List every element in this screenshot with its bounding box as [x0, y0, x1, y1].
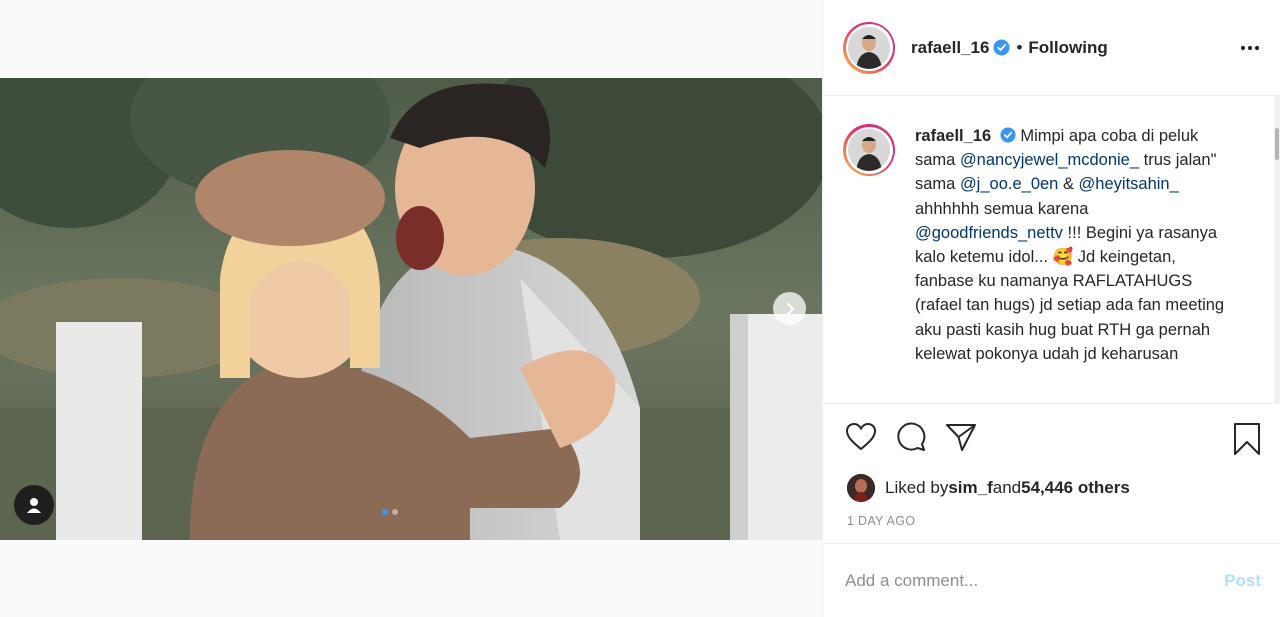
post-header: rafaell_16 • Following	[823, 0, 1280, 96]
author-avatar[interactable]	[843, 21, 895, 74]
author-username[interactable]: rafaell_16	[911, 38, 989, 58]
author-avatar-image	[848, 26, 890, 69]
carousel-dot-active	[382, 509, 388, 515]
likes-count[interactable]: 54,446 others	[1021, 478, 1130, 498]
caption-scrollbar[interactable]	[1274, 96, 1280, 403]
likes-summary[interactable]: Liked by sim_f and 54,446 others	[847, 474, 1130, 502]
bookmark-icon[interactable]	[1232, 422, 1262, 456]
caption-text: rafaell_16 Mimpi apa coba di peluk sama …	[915, 127, 1225, 363]
tagged-users-button[interactable]	[14, 485, 54, 525]
header-separator: •	[1016, 37, 1023, 57]
liker-avatar[interactable]	[847, 474, 875, 502]
comment-icon[interactable]	[895, 422, 927, 452]
scrollbar-thumb[interactable]	[1275, 128, 1279, 160]
carousel-dot	[392, 509, 398, 515]
mention-link[interactable]: @j_oo.e_0en	[960, 175, 1058, 193]
more-horizontal-icon	[1240, 45, 1260, 51]
caption-avatar[interactable]	[843, 124, 895, 176]
comment-input[interactable]	[845, 570, 1225, 591]
caption-username[interactable]: rafaell_16	[915, 127, 991, 145]
post-photo[interactable]	[0, 78, 822, 540]
mention-link[interactable]: @heyitsahin_	[1079, 175, 1179, 193]
post-actions: Liked by sim_f and 54,446 others 1 DAY A…	[823, 403, 1280, 543]
following-button[interactable]: Following	[1028, 38, 1107, 58]
more-options-button[interactable]	[1240, 38, 1260, 56]
post-comment-button[interactable]: Post	[1224, 571, 1261, 591]
post-timestamp[interactable]: 1 DAY AGO	[847, 514, 915, 528]
verified-badge-icon	[1000, 127, 1016, 143]
heart-icon[interactable]	[845, 422, 877, 452]
mention-link[interactable]: @nancyjewel_mcdonie_	[960, 151, 1139, 169]
media-pane	[0, 0, 822, 617]
share-icon[interactable]	[945, 422, 977, 452]
smiling-hearts-emoji: 🥰	[1052, 248, 1074, 267]
comment-box: Post	[823, 543, 1280, 617]
caption-area: rafaell_16 Mimpi apa coba di peluk sama …	[823, 96, 1280, 403]
liker-username[interactable]: sim_f	[948, 478, 992, 498]
carousel-indicator	[382, 509, 398, 515]
post-side-panel: rafaell_16 • Following rafaell_16 Mimpi …	[822, 0, 1280, 617]
verified-badge-icon	[993, 39, 1010, 56]
next-slide-button[interactable]	[773, 292, 806, 325]
next-arrow-icon	[786, 302, 795, 315]
mention-link[interactable]: @goodfriends_nettv	[915, 224, 1063, 242]
user-tag-icon	[27, 498, 41, 513]
